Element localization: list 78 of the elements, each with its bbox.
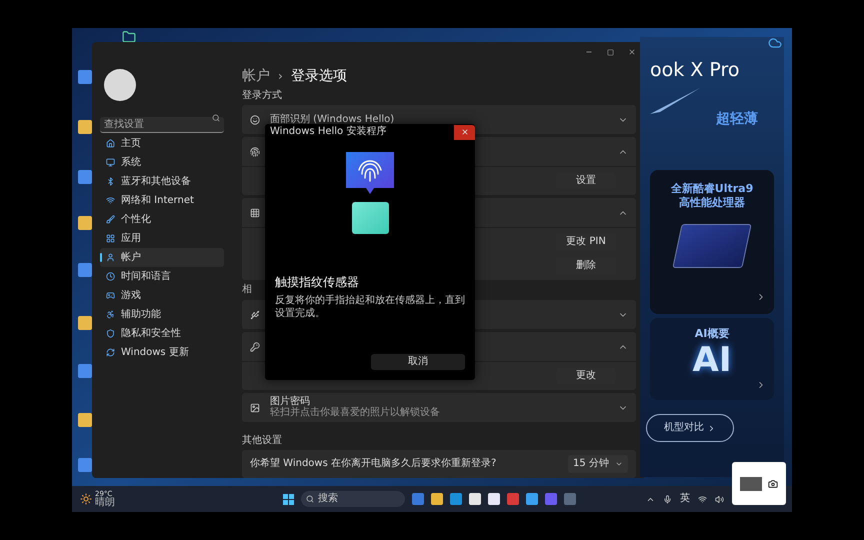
laptop-thumbnail [740,476,762,490]
sidebar-item[interactable]: 时间和语言 [100,267,224,286]
apps-icon [106,234,115,243]
key-icon [250,342,260,352]
usb-key-icon [250,310,260,320]
option-title: 面部识别 (Windows Hello) [270,114,396,124]
ai-graphic-text: AI [692,343,732,377]
fingerprint-bubble-icon [346,152,394,194]
sidebar-item[interactable]: 主页 [100,134,224,153]
timeout-dropdown[interactable]: 15 分钟 [568,455,628,473]
sidebar-item[interactable]: 应用 [100,229,224,248]
sidebar-item[interactable]: 系统 [100,153,224,172]
breadcrumb-separator: › [278,70,283,82]
camera-icon [768,478,778,488]
promo-card[interactable]: 全新酷睿Ultra9 高性能处理器 [650,170,774,314]
dialog-instruction: 反复将你的手指抬起和放在传感器上，直到设置完成。 [275,294,465,320]
promo-card[interactable]: AI概要 AI [650,318,774,400]
folder-icon[interactable] [122,30,136,44]
compare-button[interactable]: 机型对比 [646,414,734,442]
weather-icon[interactable] [80,493,92,505]
promo-text: AI概要 [694,328,730,339]
section-label: 相 [242,285,252,295]
close-icon [460,128,468,136]
sidebar-item[interactable]: 网络和 Internet [100,191,224,210]
sidebar-item[interactable]: 隐私和安全性 [100,324,224,343]
sensor-drawing [352,202,388,234]
chevron-icon [707,424,716,432]
maximize-icon[interactable] [607,48,614,56]
chevron-icon [615,460,623,468]
close-button[interactable] [454,124,475,140]
ad-tagline: 超轻薄 [716,112,758,126]
page-title: 登录选项 [290,68,347,82]
smiley-icon [250,114,260,124]
camera-widget[interactable] [732,462,786,505]
keypad-icon [250,208,260,218]
setting-label: 你希望 Windows 在你离开电脑多久后要求你重新登录? [250,459,498,469]
section-heading: 登录方式 [242,91,283,101]
search-icon [212,114,220,122]
dialog-heading: 触摸指纹传感器 [275,276,360,288]
search-field[interactable]: 查找设置 [100,117,224,133]
wifi-icon[interactable] [698,494,707,504]
clock-icon [106,272,115,281]
start-icon[interactable] [283,494,294,504]
person-icon [106,253,115,262]
gamepad-icon [106,291,115,300]
input-language[interactable]: 英 [680,494,690,504]
promo-text: 全新酷睿Ultra9 [670,182,754,196]
volume-icon[interactable] [715,494,724,504]
home-icon [106,139,115,148]
sidebar-item[interactable]: 个性化 [100,210,224,229]
taskbar-search-field[interactable]: 搜索 [301,491,405,507]
sidebar-item[interactable]: 游戏 [100,286,224,305]
cancel-button[interactable]: 取消 [371,354,465,370]
monitor-icon [106,158,115,167]
weather-text: 晴朗 [95,498,115,508]
option-description: 轻扫并点击你最喜爱的照片以解锁设备 [270,408,441,418]
sidebar-item[interactable]: Windows 更新 [100,343,224,362]
option-title: 图片密码 [270,397,310,407]
shield-icon [106,329,115,338]
bluetooth-icon [106,177,115,186]
product-title: ook X Pro [650,61,740,80]
brush-icon [106,215,115,224]
picture-icon [250,402,260,412]
sidebar-item[interactable]: 帐户 [100,248,224,267]
fingerprint-icon [250,146,260,156]
close-icon[interactable] [628,48,636,56]
cloud-icon[interactable] [768,36,782,50]
promo-text: 高性能处理器 [679,196,745,210]
search-icon [306,495,314,503]
accessibility-icon [106,310,115,319]
section-heading: 其他设置 [242,436,283,446]
breadcrumb-link[interactable]: 帐户 [242,68,270,82]
wifi-icon [106,196,115,205]
dialog-title: Windows Hello 安装程序 [270,127,386,137]
sidebar-item[interactable]: 蓝牙和其他设备 [100,172,224,191]
microphone-icon[interactable] [663,494,672,504]
refresh-icon [106,348,115,357]
sidebar-item[interactable]: 辅助功能 [100,305,224,324]
